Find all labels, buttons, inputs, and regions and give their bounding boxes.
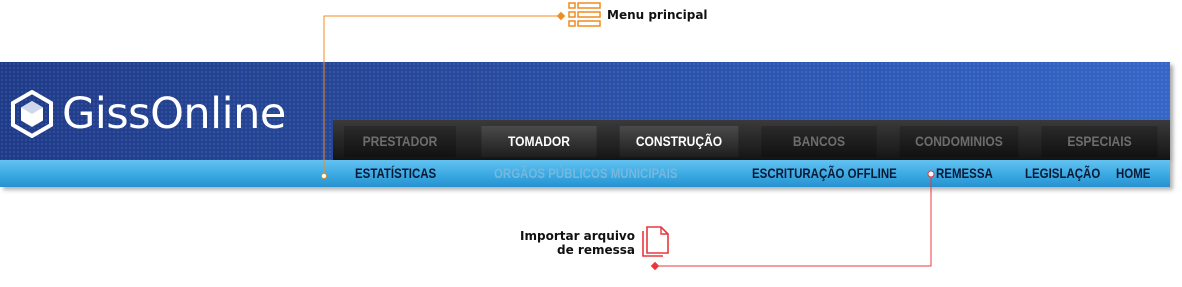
documents-icon <box>642 226 669 257</box>
import-connector-dot <box>650 261 660 271</box>
import-anchor-dot <box>927 170 935 178</box>
import-connector-line <box>655 174 932 267</box>
import-label-line2: de remessa <box>557 243 635 257</box>
menu-principal-label: Menu principal <box>607 8 708 22</box>
menu-connector-line <box>323 15 561 176</box>
menu-anchor-dot <box>321 173 327 179</box>
menu-connector-dot <box>556 11 566 21</box>
import-label-line1: Importar arquivo <box>520 229 635 243</box>
list-icon <box>568 2 601 27</box>
